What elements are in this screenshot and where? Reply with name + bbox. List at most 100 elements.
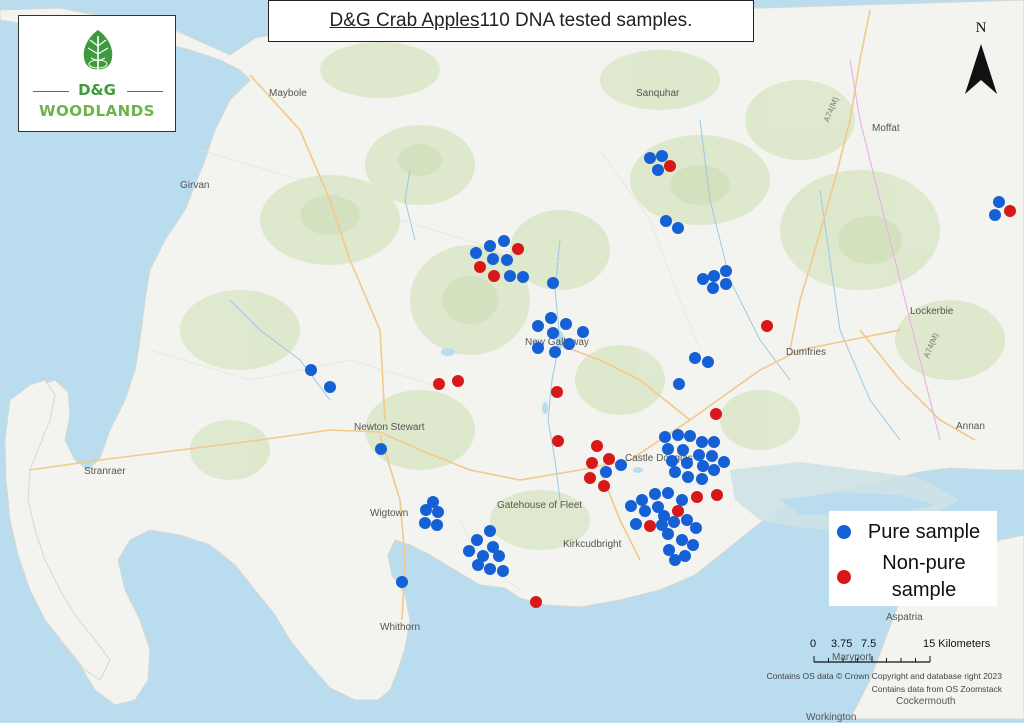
legend-nonpure-swatch bbox=[837, 570, 851, 584]
pure-sample-point bbox=[666, 455, 678, 467]
pure-sample-point bbox=[625, 500, 637, 512]
scale-bar: 0 3.75 7.5 15 Kilometers bbox=[806, 638, 1022, 668]
nonpure-sample-point bbox=[591, 440, 603, 452]
pure-sample-point bbox=[487, 253, 499, 265]
pure-sample-point bbox=[484, 563, 496, 575]
nonpure-sample-point bbox=[452, 375, 464, 387]
pure-sample-point bbox=[707, 282, 719, 294]
nonpure-sample-point bbox=[664, 160, 676, 172]
pure-sample-point bbox=[677, 444, 689, 456]
legend-nonpure-label-2: sample bbox=[891, 579, 957, 601]
pure-sample-point bbox=[324, 381, 336, 393]
pure-sample-point bbox=[696, 436, 708, 448]
pure-sample-point bbox=[720, 278, 732, 290]
pure-sample-point bbox=[708, 436, 720, 448]
pure-sample-point bbox=[600, 466, 612, 478]
pure-sample-point bbox=[545, 312, 557, 324]
pure-sample-point bbox=[684, 430, 696, 442]
pure-sample-point bbox=[636, 494, 648, 506]
pure-sample-point bbox=[497, 565, 509, 577]
pure-sample-point bbox=[689, 352, 701, 364]
pure-sample-point bbox=[673, 378, 685, 390]
legend-nonpure: Non-pure sample bbox=[829, 551, 997, 603]
pure-sample-point bbox=[706, 450, 718, 462]
title-rest: 110 DNA tested samples. bbox=[479, 10, 693, 31]
pure-sample-point bbox=[615, 459, 627, 471]
nonpure-sample-point bbox=[691, 491, 703, 503]
nonpure-sample-point bbox=[584, 472, 596, 484]
pure-sample-point bbox=[644, 152, 656, 164]
nonpure-sample-point bbox=[711, 489, 723, 501]
pure-sample-point bbox=[682, 471, 694, 483]
pure-sample-point bbox=[549, 346, 561, 358]
pure-sample-point bbox=[993, 196, 1005, 208]
pure-sample-point bbox=[663, 544, 675, 556]
dg-woodlands-logo: D&G WOODLANDS bbox=[18, 15, 176, 132]
pure-sample-point bbox=[649, 488, 661, 500]
legend-pure: Pure sample bbox=[829, 517, 997, 547]
scale-bar-graphic bbox=[813, 656, 931, 663]
nonpure-sample-point bbox=[488, 270, 500, 282]
pure-sample-point bbox=[697, 273, 709, 285]
pure-sample-point bbox=[470, 247, 482, 259]
nonpure-sample-point bbox=[551, 386, 563, 398]
pure-sample-point bbox=[656, 150, 668, 162]
pure-sample-point bbox=[989, 209, 1001, 221]
nonpure-sample-point bbox=[644, 520, 656, 532]
pure-sample-point bbox=[484, 240, 496, 252]
nonpure-sample-point bbox=[586, 457, 598, 469]
scale-label-1: 3.75 bbox=[831, 638, 853, 650]
pure-sample-point bbox=[718, 456, 730, 468]
nonpure-sample-point bbox=[672, 505, 684, 517]
nonpure-sample-point bbox=[603, 453, 615, 465]
pure-sample-point bbox=[419, 517, 431, 529]
pure-sample-point bbox=[652, 164, 664, 176]
legend-pure-swatch bbox=[837, 525, 851, 539]
pure-sample-point bbox=[662, 443, 674, 455]
logo-text-dg: D&G bbox=[78, 81, 116, 99]
pure-sample-point bbox=[463, 545, 475, 557]
pure-sample-point bbox=[420, 504, 432, 516]
nonpure-sample-point bbox=[598, 480, 610, 492]
pure-sample-point bbox=[690, 522, 702, 534]
pure-sample-point bbox=[720, 265, 732, 277]
pure-sample-point bbox=[471, 534, 483, 546]
pure-sample-point bbox=[676, 534, 688, 546]
title-underlined: D&G Crab Apples bbox=[329, 10, 480, 31]
pure-sample-point bbox=[375, 443, 387, 455]
pure-sample-point bbox=[547, 277, 559, 289]
pure-sample-point bbox=[547, 327, 559, 339]
scale-label-2: 7.5 bbox=[861, 638, 877, 650]
pure-sample-point bbox=[532, 320, 544, 332]
pure-sample-point bbox=[484, 525, 496, 537]
pure-sample-point bbox=[560, 318, 572, 330]
pure-sample-point bbox=[662, 487, 674, 499]
pure-sample-point bbox=[660, 215, 672, 227]
pure-sample-point bbox=[472, 559, 484, 571]
pure-sample-point bbox=[708, 270, 720, 282]
legend-pure-label: Pure sample bbox=[867, 521, 981, 543]
pure-sample-point bbox=[681, 514, 693, 526]
tree-leaf-icon bbox=[83, 30, 113, 72]
nonpure-sample-point bbox=[530, 596, 542, 608]
pure-sample-point bbox=[563, 338, 575, 350]
legend: Pure sample Non-pure sample bbox=[829, 511, 997, 606]
pure-sample-point bbox=[668, 516, 680, 528]
north-arrow: N bbox=[962, 20, 1000, 100]
legend-nonpure-label-1: Non-pure bbox=[882, 552, 966, 574]
pure-sample-point bbox=[501, 254, 513, 266]
pure-sample-point bbox=[396, 576, 408, 588]
pure-sample-point bbox=[432, 506, 444, 518]
scale-label-3: 15 Kilometers bbox=[923, 638, 991, 650]
north-arrow-icon bbox=[965, 44, 997, 94]
pure-sample-point bbox=[672, 222, 684, 234]
pure-sample-point bbox=[431, 519, 443, 531]
pure-sample-point bbox=[672, 429, 684, 441]
pure-sample-point bbox=[687, 539, 699, 551]
pure-sample-point bbox=[696, 473, 708, 485]
pure-sample-point bbox=[676, 494, 688, 506]
pure-sample-point bbox=[669, 554, 681, 566]
scale-label-0: 0 bbox=[810, 638, 817, 650]
logo-text-woodlands: WOODLANDS bbox=[39, 102, 155, 120]
pure-sample-point bbox=[498, 235, 510, 247]
